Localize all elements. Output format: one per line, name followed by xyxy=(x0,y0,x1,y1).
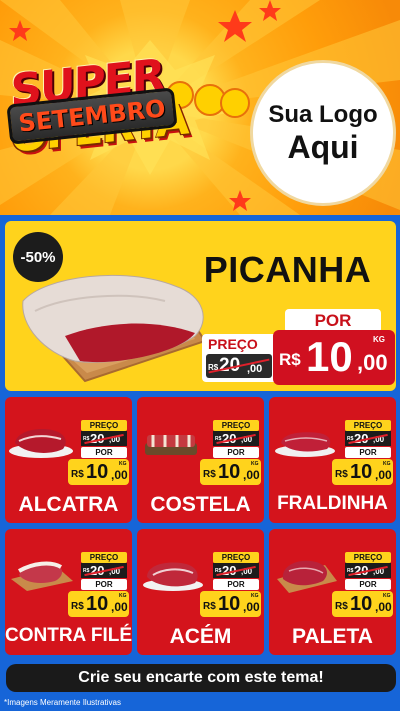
acem-image xyxy=(143,562,203,591)
product-card-costela[interactable]: PREÇO R$ 20 ,00 POR R$ 10 ,00 KG COSTELA xyxy=(137,397,264,523)
por-label: POR xyxy=(213,447,259,458)
product-card-acem[interactable]: PREÇO R$ 20 ,00 POR R$ 10 ,00 KG ACÉM xyxy=(137,529,264,655)
new-price: R$ 10 ,00 KG xyxy=(200,459,261,485)
preco-label: PREÇO xyxy=(81,420,127,431)
costela-image xyxy=(145,435,197,455)
featured-product-card[interactable]: -50% PICANHA POR PREÇO R$ 20 ,00 R$ 10 ,… xyxy=(5,221,396,391)
new-price-currency: R$ xyxy=(203,601,216,612)
new-price: R$ 10 ,00 KG xyxy=(332,459,393,485)
unit-label: KG xyxy=(383,593,391,599)
contra-file-image xyxy=(11,561,73,591)
paleta-image xyxy=(277,560,337,593)
new-price-cents: ,00 xyxy=(375,468,392,482)
new-price: R$ 10 ,00 KG xyxy=(68,591,129,617)
new-price-value: 10 xyxy=(350,593,373,615)
unit-label: KG xyxy=(251,593,259,599)
new-price-cents: ,00 xyxy=(243,600,260,614)
new-price-value: 10 xyxy=(306,333,353,380)
preco-label: PREÇO xyxy=(81,552,127,563)
new-price: R$ 10 ,00 KG xyxy=(332,591,393,617)
new-price-currency: R$ xyxy=(203,469,216,480)
old-price: R$ 20 ,00 xyxy=(213,563,259,578)
por-label: POR xyxy=(213,579,259,590)
por-label: POR xyxy=(81,579,127,590)
unit-label: KG xyxy=(251,461,259,467)
preco-label: PREÇO xyxy=(345,420,391,431)
old-price: R$ 20 ,00 xyxy=(81,563,127,578)
new-price-value: 10 xyxy=(218,593,241,615)
new-price-cents: ,00 xyxy=(111,600,128,614)
new-price-value: 10 xyxy=(86,593,109,615)
unit-label: KG xyxy=(119,593,127,599)
featured-product-name: PICANHA xyxy=(203,249,372,290)
new-price: R$ 10 ,00 KG xyxy=(68,459,129,485)
product-name: FRALDINHA xyxy=(277,493,388,514)
header-banner: SUPER OFERTA SETEMBRO Sua Logo Aqui xyxy=(0,0,400,215)
new-price: R$ 10 ,00 KG xyxy=(273,330,395,385)
product-name: PALETA xyxy=(292,625,373,648)
preco-label: PREÇO xyxy=(345,552,391,563)
preco-label: PREÇO xyxy=(208,336,258,352)
old-price: R$ 20 ,00 xyxy=(206,354,272,378)
create-flyer-button[interactable]: Crie seu encarte com este tema! xyxy=(6,664,396,692)
new-price-cents: ,00 xyxy=(375,600,392,614)
new-price-currency: R$ xyxy=(335,469,348,480)
old-price: R$ 20 ,00 xyxy=(81,431,127,446)
product-name: ALCATRA xyxy=(18,493,119,516)
new-price-value: 10 xyxy=(86,461,109,483)
new-price-currency: R$ xyxy=(335,601,348,612)
product-card-fraldinha[interactable]: PREÇO R$ 20 ,00 POR R$ 10 ,00 KG FRALDIN… xyxy=(269,397,396,523)
product-name: COSTELA xyxy=(150,493,251,516)
product-card-paleta[interactable]: PREÇO R$ 20 ,00 POR R$ 10 ,00 KG PALETA xyxy=(269,529,396,655)
discount-badge: -50% xyxy=(13,232,63,282)
por-label: POR xyxy=(81,447,127,458)
product-name: ACÉM xyxy=(169,625,232,648)
disclaimer-text: *Imagens Meramente Ilustrativas xyxy=(4,698,121,707)
por-label: POR xyxy=(345,447,391,458)
product-name: CONTRA FILÉ xyxy=(5,625,132,646)
old-price: R$ 20 ,00 xyxy=(213,431,259,446)
new-price: R$ 10 ,00 KG xyxy=(200,591,261,617)
por-label: POR xyxy=(345,579,391,590)
new-price-value: 10 xyxy=(218,461,241,483)
new-price-cents: ,00 xyxy=(243,468,260,482)
new-price-cents: ,00 xyxy=(357,350,388,375)
old-price-box: PREÇO R$ 20 ,00 xyxy=(202,334,274,382)
new-price-currency: R$ xyxy=(279,350,301,369)
logo-placeholder[interactable]: Sua Logo Aqui xyxy=(250,60,396,206)
product-card-alcatra[interactable]: PREÇO R$ 20 ,00 POR R$ 10 ,00 KG ALCATRA xyxy=(5,397,132,523)
old-price: R$ 20 ,00 xyxy=(345,431,391,446)
new-price-value: 10 xyxy=(350,461,373,483)
alcatra-image xyxy=(9,429,73,458)
unit-label: KG xyxy=(119,461,127,467)
new-price-currency: R$ xyxy=(71,601,84,612)
new-price-cents: ,00 xyxy=(111,468,128,482)
product-card-contra-file[interactable]: PREÇO R$ 20 ,00 POR R$ 10 ,00 KG CONTRA … xyxy=(5,529,132,655)
fraldinha-image xyxy=(275,432,335,457)
logo-text-line2: Aqui xyxy=(287,129,359,165)
new-price-currency: R$ xyxy=(71,469,84,480)
preco-label: PREÇO xyxy=(213,552,259,563)
unit-label: KG xyxy=(383,461,391,467)
old-price: R$ 20 ,00 xyxy=(345,563,391,578)
unit-label: KG xyxy=(373,335,385,344)
logo-text-line1: Sua Logo xyxy=(268,101,378,128)
preco-label: PREÇO xyxy=(213,420,259,431)
